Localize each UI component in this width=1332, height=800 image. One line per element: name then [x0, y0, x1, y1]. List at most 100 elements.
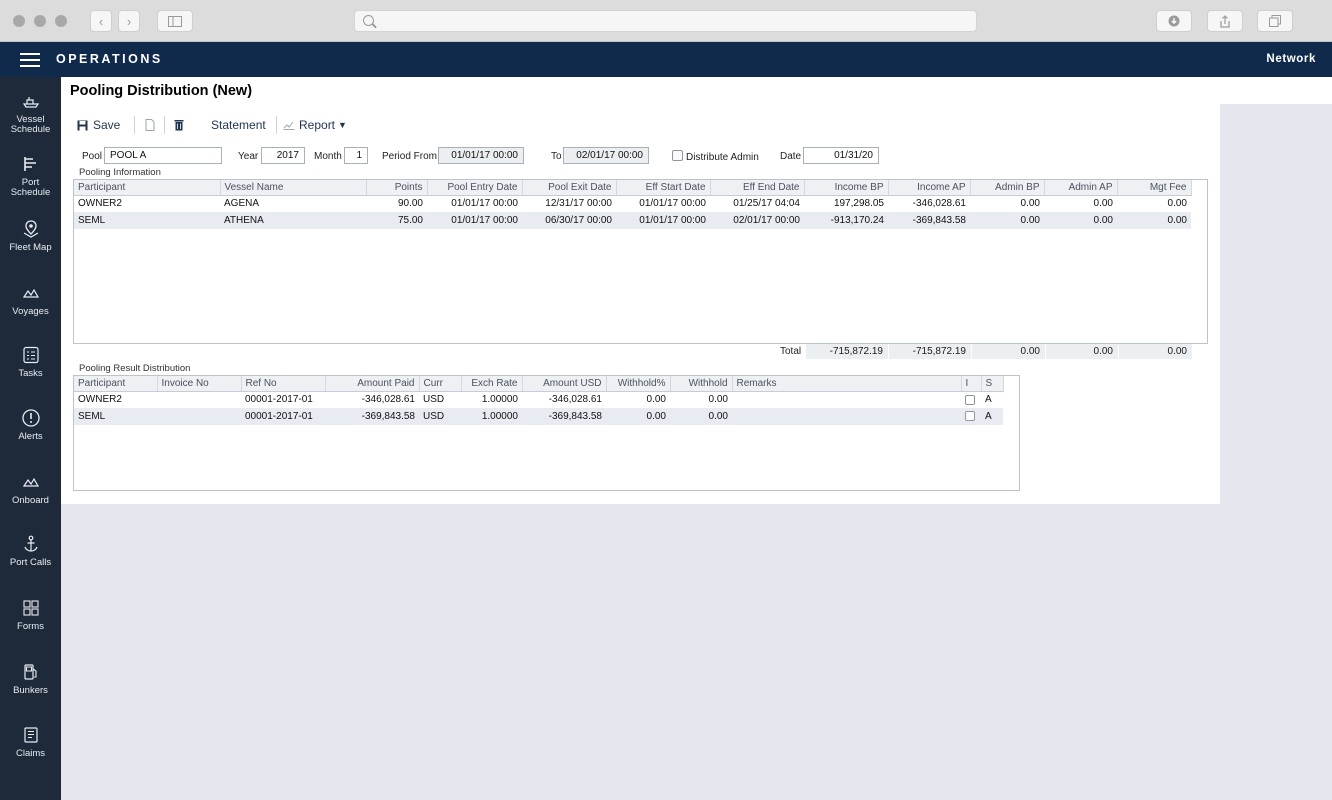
column-header[interactable]: Ref No: [241, 376, 326, 392]
fuel-icon: [23, 664, 37, 680]
exch-rate-cell: 1.00000: [461, 408, 522, 425]
main-content: Pooling Distribution (New) Save Statemen…: [61, 77, 1332, 800]
table-row[interactable]: SEML ATHENA 75.00 01/01/17 00:00 06/30/1…: [74, 212, 1191, 229]
total-mgt-fee: 0.00: [1119, 344, 1192, 359]
window-close-dot[interactable]: [13, 15, 25, 27]
pool-entry-date-cell: 01/01/17 00:00: [427, 212, 522, 229]
column-header[interactable]: Pool Entry Date: [427, 180, 523, 196]
pool-exit-date-cell: 12/31/17 00:00: [545, 198, 612, 210]
ship-icon: [22, 97, 39, 108]
app-title: OPERATIONS: [56, 52, 163, 66]
column-header[interactable]: Exch Rate: [461, 376, 523, 392]
currency-cell: USD: [419, 408, 461, 425]
remarks-cell[interactable]: [732, 408, 961, 425]
column-header[interactable]: Admin AP: [1044, 180, 1118, 196]
download-icon[interactable]: [1156, 10, 1192, 32]
save-button[interactable]: Save: [77, 116, 120, 134]
sidebar-item-vessel-schedule[interactable]: Vessel Schedule: [0, 91, 61, 135]
month-input[interactable]: 1: [344, 147, 368, 164]
ref-no-cell: 00001-2017-01: [245, 394, 313, 406]
report-dropdown[interactable]: Report ▼: [283, 116, 347, 134]
window-maximize-dot[interactable]: [55, 15, 67, 27]
column-header[interactable]: Points: [366, 180, 428, 196]
new-document-button[interactable]: [145, 116, 155, 134]
sidebar-item-claims[interactable]: Claims: [0, 725, 61, 759]
sidebar-item-bunkers[interactable]: Bunkers: [0, 662, 61, 696]
sidebar-item-alerts[interactable]: Alerts: [0, 408, 61, 442]
total-admin-bp: 0.00: [972, 344, 1045, 359]
pool-input[interactable]: POOL A: [104, 147, 222, 164]
back-icon[interactable]: ‹: [90, 10, 112, 32]
column-header[interactable]: Vessel Name: [220, 180, 367, 196]
column-header[interactable]: Amount USD: [522, 376, 607, 392]
column-header[interactable]: I: [961, 376, 982, 392]
column-header[interactable]: S: [981, 376, 1004, 392]
window-minimize-dot[interactable]: [34, 15, 46, 27]
forward-icon[interactable]: ›: [118, 10, 140, 32]
sidebar-item-fleet-map[interactable]: Fleet Map: [0, 219, 61, 253]
eff-start-date-cell: 01/01/17 00:00: [639, 198, 706, 210]
sidebar-item-label: Schedule: [10, 124, 51, 135]
header-strip: [1220, 77, 1332, 104]
table-row[interactable]: SEML 00001-2017-01 -369,843.58 USD 1.000…: [74, 408, 1003, 425]
column-header[interactable]: Curr: [419, 376, 462, 392]
pooling-result-grid: Participant Invoice No Ref No Amount Pai…: [73, 375, 1020, 491]
invoice-flag-cell[interactable]: [961, 408, 981, 425]
eff-end-date-cell: 01/25/17 04:04: [733, 198, 800, 210]
participant-cell: SEML: [74, 408, 157, 425]
column-header[interactable]: Invoice No: [157, 376, 242, 392]
alert-icon: [21, 409, 40, 427]
trash-icon: [174, 120, 184, 131]
column-header[interactable]: Eff Start Date: [616, 180, 711, 196]
table-row[interactable]: OWNER2 AGENA 90.00 01/01/17 00:00 12/31/…: [74, 195, 1191, 212]
sidebar-item-port-schedule[interactable]: Port Schedule: [0, 154, 61, 198]
sidebar-toggle-icon[interactable]: [157, 10, 193, 32]
sidebar-item-tasks[interactable]: Tasks: [0, 345, 61, 379]
column-header[interactable]: Withhold%: [606, 376, 671, 392]
share-icon[interactable]: [1207, 10, 1243, 32]
app-header: OPERATIONS Network: [0, 42, 1332, 77]
column-header[interactable]: Remarks: [732, 376, 962, 392]
column-header[interactable]: Amount Paid: [325, 376, 420, 392]
eff-end-date-cell: 02/01/17 00:00: [710, 212, 804, 229]
invoice-checkbox[interactable]: [965, 394, 975, 405]
hamburger-menu-icon[interactable]: [20, 53, 40, 67]
column-header[interactable]: Income AP: [888, 180, 971, 196]
network-link[interactable]: Network: [1266, 53, 1316, 65]
pool-exit-date-cell: 06/30/17 00:00: [522, 212, 616, 229]
column-header[interactable]: Eff End Date: [710, 180, 805, 196]
points-cell: 90.00: [397, 198, 423, 210]
income-bp-cell: 197,298.05: [833, 198, 884, 210]
year-input[interactable]: 2017: [261, 147, 305, 164]
distribute-admin-checkbox[interactable]: [672, 150, 683, 161]
invoice-checkbox[interactable]: [965, 411, 975, 422]
table-row[interactable]: OWNER2 00001-2017-01 -346,028.61 USD 1.0…: [74, 391, 1003, 408]
sidebar-item-label: Port Calls: [9, 557, 52, 568]
sidebar-item-onboard[interactable]: Onboard: [0, 472, 61, 506]
sidebar-item-label: Voyages: [12, 306, 49, 317]
sidebar-item-label: Schedule: [10, 187, 51, 198]
column-header[interactable]: Mgt Fee: [1117, 180, 1192, 196]
chart-line-icon: [283, 121, 295, 130]
column-header[interactable]: Participant: [74, 180, 221, 196]
eff-start-date-cell: 01/01/17 00:00: [616, 212, 710, 229]
sidebar-item-voyages[interactable]: Voyages: [0, 283, 61, 317]
invoice-flag-cell[interactable]: [961, 391, 981, 408]
column-header[interactable]: Participant: [74, 376, 158, 392]
sidebar-item-port-calls[interactable]: Port Calls: [0, 534, 61, 568]
admin-bp-cell: 0.00: [1020, 198, 1040, 210]
column-header[interactable]: Pool Exit Date: [522, 180, 617, 196]
column-header[interactable]: Income BP: [804, 180, 889, 196]
column-header[interactable]: Withhold: [670, 376, 733, 392]
sidebar: Vessel Schedule Port Schedule Fleet Map …: [0, 77, 61, 800]
remarks-cell[interactable]: [732, 391, 961, 408]
address-bar[interactable]: [354, 10, 977, 32]
statement-button[interactable]: Statement: [211, 116, 266, 134]
sidebar-item-forms[interactable]: Forms: [0, 598, 61, 632]
delete-button[interactable]: [174, 116, 184, 134]
pooling-information-grid: Participant Vessel Name Points Pool Entr…: [73, 179, 1208, 344]
date-input[interactable]: 01/31/20: [803, 147, 879, 164]
tabs-icon[interactable]: [1257, 10, 1293, 32]
income-bp-cell: -913,170.24: [804, 212, 888, 229]
column-header[interactable]: Admin BP: [970, 180, 1045, 196]
